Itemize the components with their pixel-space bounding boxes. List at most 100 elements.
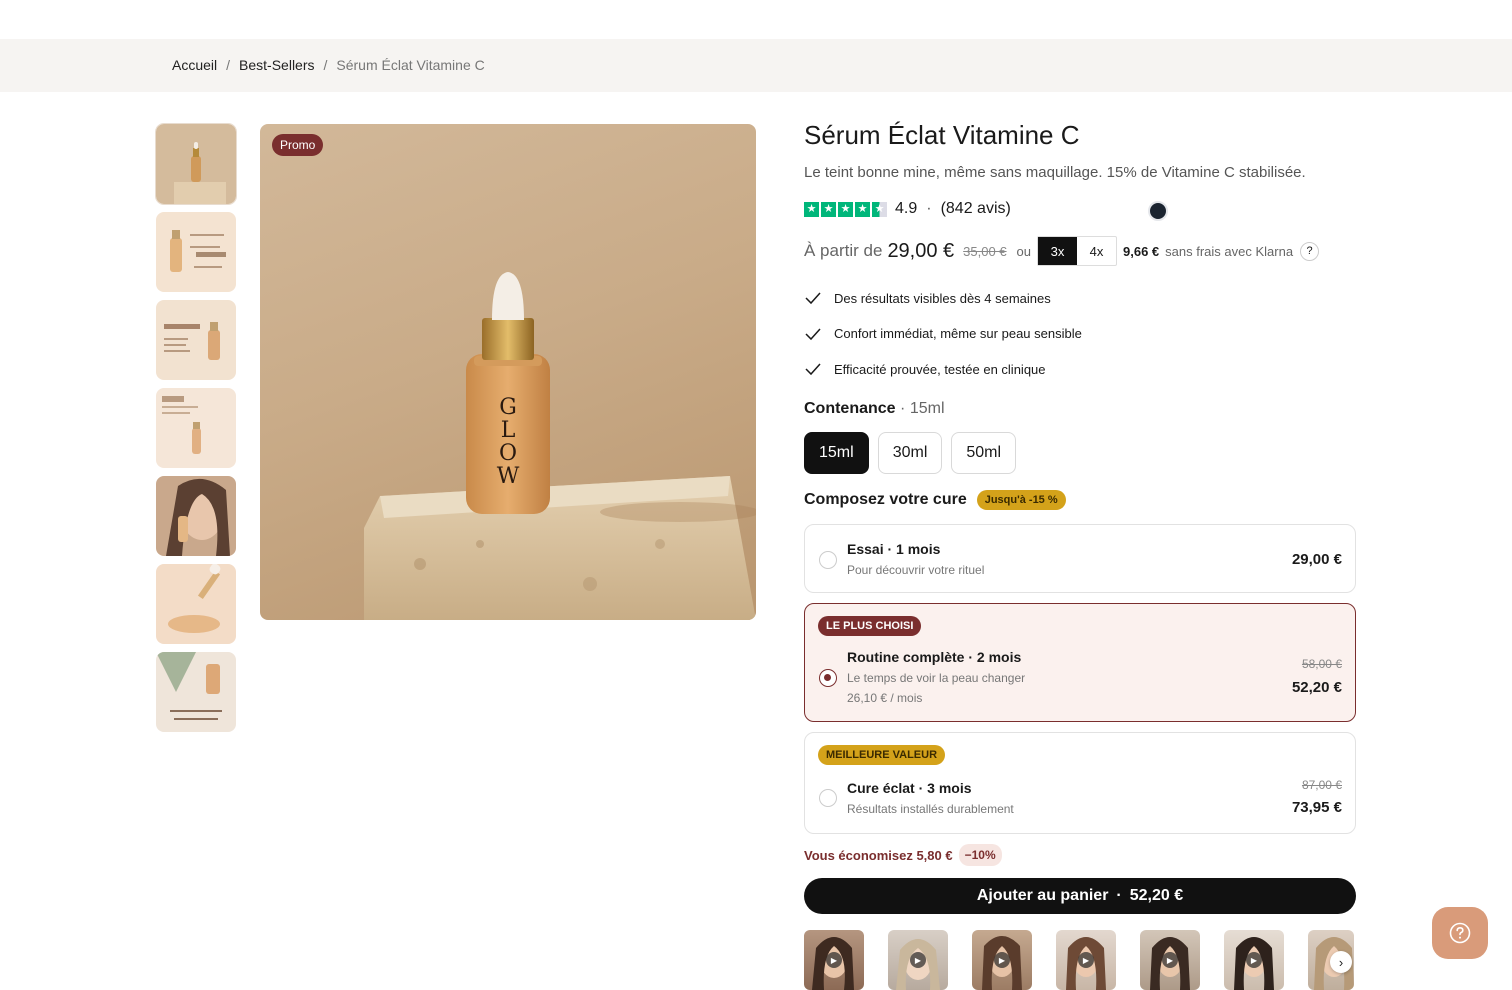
video-review-thumbnail[interactable]: ▶ — [1056, 930, 1116, 990]
plan-name: Essai · 1 mois — [847, 541, 941, 557]
plan-option-routine[interactable]: LE PLUS CHOISI Routine complète · 2 mois… — [804, 603, 1356, 722]
plan-name: Cure éclat · 3 mois — [847, 780, 972, 796]
play-icon: ▶ — [994, 952, 1010, 968]
play-icon: ▶ — [1162, 952, 1178, 968]
klarna-text: sans frais avec Klarna — [1165, 243, 1294, 259]
thumbnail-product-photo[interactable] — [155, 123, 237, 205]
plan-old-price: 58,00 € — [1301, 657, 1342, 671]
breadcrumb: Accueil / Best-Sellers / Sérum Éclat Vit… — [172, 57, 485, 73]
installment-3x-button[interactable]: 3x — [1038, 237, 1078, 265]
price-row: À partir de 29,00 € 35,00 € ou 3x 4x 9,6… — [804, 236, 1320, 266]
plan-radio[interactable] — [819, 789, 837, 807]
plan-description: Résultats installés durablement — [847, 802, 1014, 816]
benefit-text: Confort immédiat, même sur peau sensible — [834, 326, 1082, 341]
breadcrumb-home-link[interactable]: Accueil — [172, 57, 217, 73]
plan-price: 73,95 € — [1291, 799, 1342, 816]
plan-per-month: 26,10 € / mois — [847, 691, 923, 705]
thumbnail-stats-card[interactable] — [156, 388, 236, 468]
breadcrumb-separator: / — [323, 57, 328, 73]
old-price: 35,00 € — [963, 243, 1007, 259]
product-title: Sérum Éclat Vitamine C — [804, 120, 1080, 150]
play-icon: ▶ — [1078, 952, 1094, 968]
thumbnail-model-applying[interactable] — [156, 476, 236, 556]
plan-radio-selected[interactable] — [819, 669, 837, 687]
play-icon: ▶ — [1246, 952, 1262, 968]
promo-badge: Promo — [272, 134, 324, 156]
play-icon: ▶ — [910, 952, 926, 968]
plan-radio[interactable] — [819, 551, 837, 569]
chevron-right-icon: › — [1338, 954, 1344, 970]
rating-stars: ★ ★ ★ ★ ★ — [804, 201, 887, 217]
contenance-separator: · — [900, 400, 906, 417]
bottle-letter-w: W — [497, 464, 520, 489]
cure-header: Composez votre cure Jusqu'à -15 % — [804, 490, 1066, 510]
price-from-label: À partir de — [804, 241, 883, 260]
installment-toggle: 3x 4x — [1037, 236, 1118, 266]
size-option-50ml[interactable]: 50ml — [951, 432, 1017, 474]
add-to-cart-button[interactable]: Ajouter au panier · 52,20 € — [804, 878, 1356, 914]
bottle-letter-o: O — [499, 441, 517, 466]
cure-title: Composez votre cure — [804, 491, 967, 508]
or-label: ou — [1016, 243, 1032, 259]
benefit-item: Des résultats visibles dès 4 semaines — [804, 288, 1082, 308]
benefit-text: Des résultats visibles dès 4 semaines — [834, 290, 1051, 306]
bottle-letter-l: L — [501, 418, 516, 443]
plan-option-cure-eclat[interactable]: MEILLEURE VALEUR Cure éclat · 3 mois Rés… — [804, 732, 1356, 834]
serum-bottle-illustration: G L O W — [364, 272, 756, 620]
star-icon: ★ — [855, 201, 870, 217]
cure-discount-badge: Jusqu'à -15 % — [976, 490, 1066, 510]
size-options: 15ml 30ml 50ml — [804, 432, 1017, 474]
video-review-thumbnail[interactable]: ▶ — [888, 930, 948, 990]
video-review-thumbnail[interactable]: ▶ — [1224, 930, 1284, 990]
rating-separator: · — [926, 200, 932, 217]
plan-price: 52,20 € — [1291, 679, 1342, 696]
savings-row: Vous économisez 5,80 € −10% — [804, 844, 1002, 866]
star-half-icon: ★ — [872, 201, 887, 217]
benefit-item: Confort immédiat, même sur peau sensible — [804, 324, 1082, 344]
contenance-selected: 15ml — [909, 400, 945, 417]
benefit-item: Efficacité prouvée, testée en clinique — [804, 359, 1082, 379]
star-icon: ★ — [838, 201, 853, 217]
plan-price: 29,00 € — [1291, 551, 1342, 568]
contenance-title: Contenance — [804, 400, 896, 417]
video-reviews-carousel: ▶ ▶ ▶ ▶ ▶ ▶ — [804, 930, 1354, 990]
check-icon — [805, 363, 821, 376]
plan-name: Routine complète · 2 mois — [847, 649, 1022, 665]
savings-percent-badge: −10% — [958, 844, 1002, 866]
product-subtitle: Le teint bonne mine, même sans maquillag… — [804, 164, 1306, 181]
color-swatch[interactable] — [1148, 201, 1168, 221]
question-circle-icon — [1449, 922, 1471, 944]
breadcrumb-current: Sérum Éclat Vitamine C — [336, 57, 485, 73]
video-review-thumbnail[interactable]: ▶ — [972, 930, 1032, 990]
installment-4x-button[interactable]: 4x — [1077, 237, 1116, 265]
product-info-panel: Sérum Éclat Vitamine C Le teint bonne mi… — [804, 120, 1356, 990]
size-option-30ml[interactable]: 30ml — [877, 432, 943, 474]
add-to-cart-price: 52,20 € — [1129, 887, 1184, 904]
size-option-15ml[interactable]: 15ml — [804, 432, 869, 474]
thumbnail-benefits-card[interactable] — [156, 212, 236, 292]
top-navigation-bar — [0, 0, 1512, 39]
video-review-thumbnail[interactable]: ▶ — [1140, 930, 1200, 990]
breadcrumb-bar: Accueil / Best-Sellers / Sérum Éclat Vit… — [0, 39, 1512, 92]
carousel-next-button[interactable]: › — [1330, 951, 1352, 973]
best-value-badge: MEILLEURE VALEUR — [818, 745, 946, 765]
thumbnail-packaging-card[interactable] — [156, 652, 236, 732]
plan-option-essai[interactable]: Essai · 1 mois Pour découvrir votre ritu… — [804, 524, 1356, 593]
breadcrumb-separator: / — [226, 57, 231, 73]
video-review-thumbnail[interactable]: ▶ — [804, 930, 864, 990]
klarna-help-icon[interactable]: ? — [1300, 241, 1320, 261]
check-icon — [805, 327, 821, 340]
breadcrumb-category-link[interactable]: Best-Sellers — [239, 57, 314, 73]
contenance-label: Contenance · 15ml — [804, 400, 945, 418]
plan-old-price: 87,00 € — [1301, 778, 1342, 792]
plan-description: Pour découvrir votre rituel — [847, 563, 985, 577]
thumbnail-key-actives-card[interactable] — [156, 300, 236, 380]
benefits-list: Des résultats visibles dès 4 semaines Co… — [804, 288, 1082, 395]
main-product-image[interactable]: G L O W Promo — [260, 124, 756, 620]
installment-amount: 9,66 € — [1123, 243, 1160, 259]
bottle-letter-g: G — [499, 395, 517, 420]
help-chat-button[interactable] — [1432, 907, 1488, 959]
savings-text: Vous économisez 5,80 € — [804, 847, 953, 863]
thumbnail-texture-swatch[interactable] — [156, 564, 236, 644]
rating-summary[interactable]: ★ ★ ★ ★ ★ 4.9 · (842 avis) — [804, 200, 1011, 218]
